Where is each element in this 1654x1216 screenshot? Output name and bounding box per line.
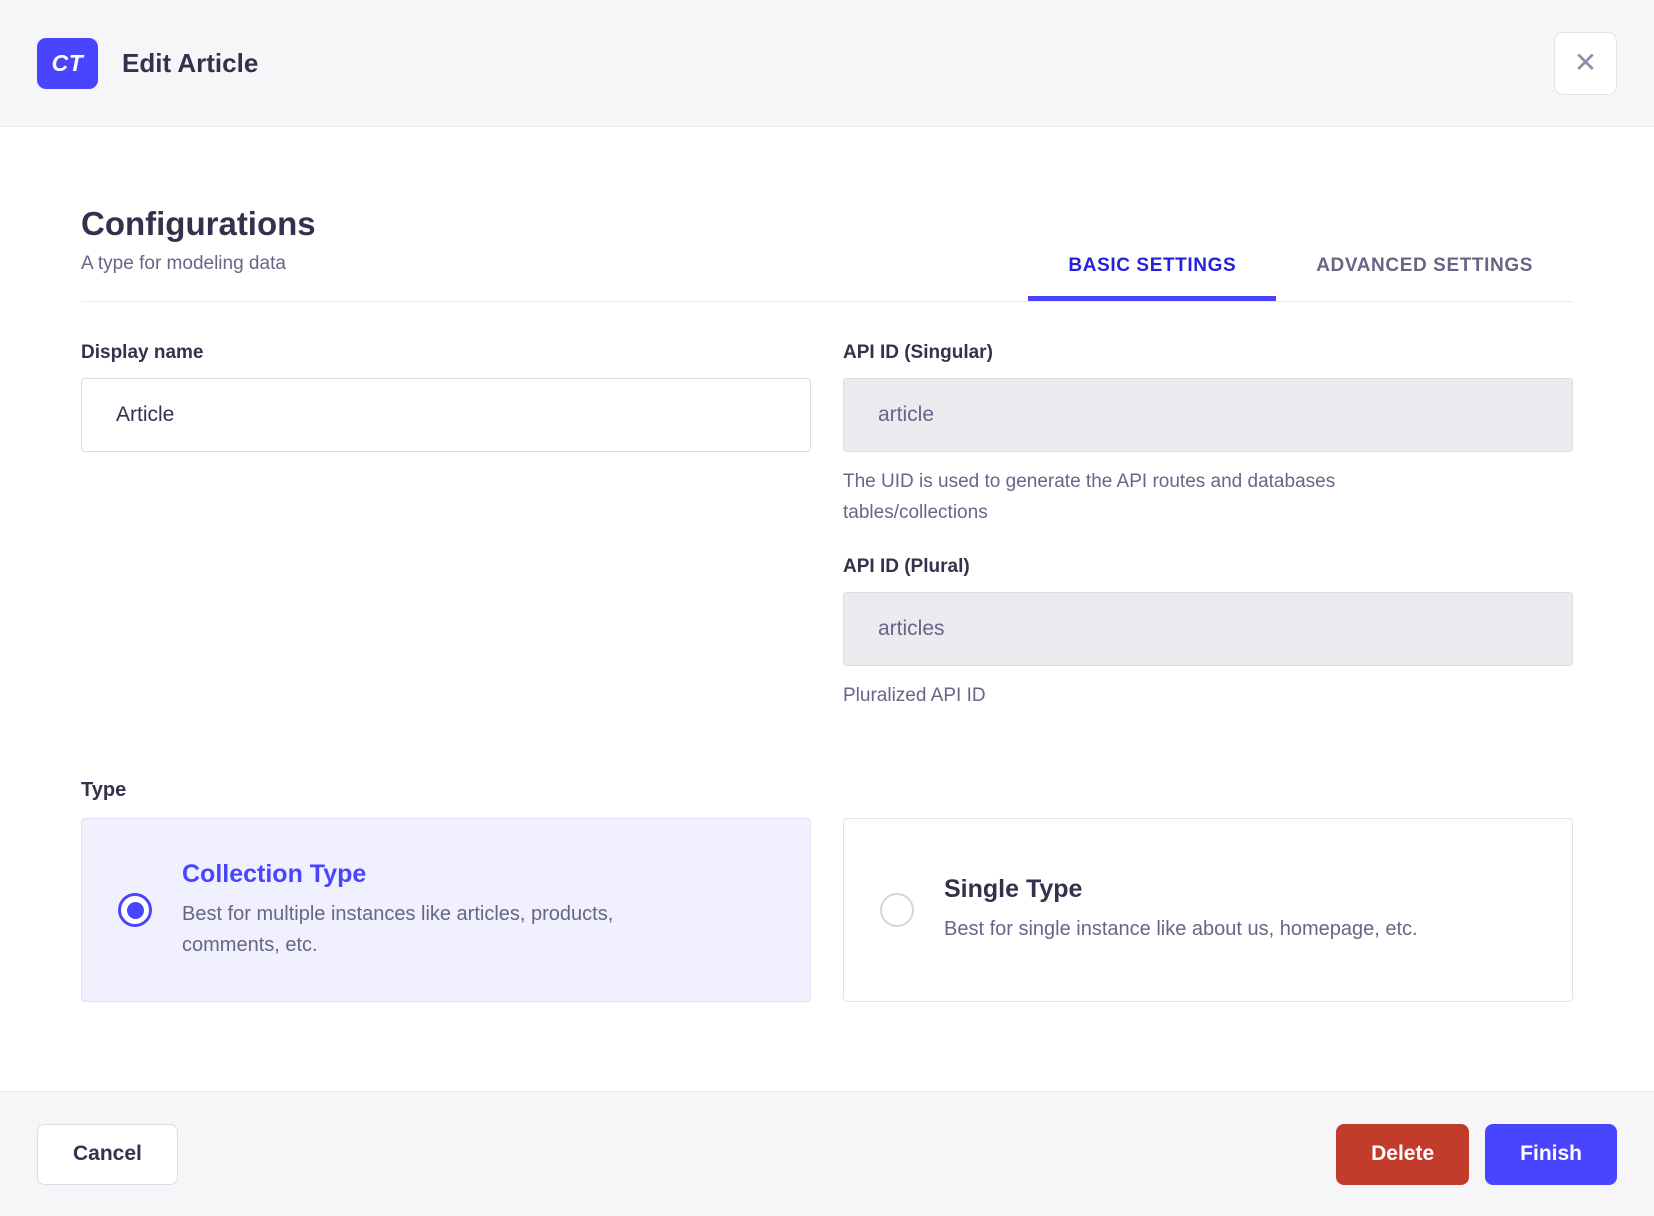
delete-button[interactable]: Delete	[1336, 1123, 1470, 1185]
single-type-radio[interactable]	[880, 893, 914, 927]
api-id-singular-hint: The UID is used to generate the API rout…	[843, 471, 1336, 523]
display-name-field: Display name	[81, 342, 811, 711]
settings-tabs: BASIC SETTINGS ADVANCED SETTINGS	[1028, 255, 1573, 301]
api-id-plural-field: API ID (Plural) Pluralized API ID	[843, 556, 1573, 711]
single-type-option[interactable]: Single Type Best for single instance lik…	[843, 818, 1573, 1002]
section-titles: Configurations A type for modeling data	[81, 205, 316, 301]
radio-dot	[126, 901, 144, 919]
collection-type-option[interactable]: Collection Type Best for multiple instan…	[81, 818, 811, 1002]
collection-type-text: Collection Type Best for multiple instan…	[182, 860, 712, 961]
api-id-singular-label: API ID (Singular)	[843, 342, 993, 363]
tab-basic-settings[interactable]: BASIC SETTINGS	[1028, 255, 1276, 301]
type-options: Collection Type Best for multiple instan…	[81, 818, 1573, 1002]
collection-type-title: Collection Type	[182, 859, 367, 888]
modal-footer: Cancel Delete Finish	[0, 1091, 1654, 1216]
tab-advanced-settings[interactable]: ADVANCED SETTINGS	[1276, 255, 1573, 301]
page-subtitle: A type for modeling data	[81, 253, 286, 274]
configuration-form: Display name API ID (Singular) The UID i…	[81, 342, 1573, 711]
display-name-label: Display name	[81, 342, 204, 363]
single-type-text: Single Type Best for single instance lik…	[944, 875, 1418, 945]
collection-type-description: Best for multiple instances like article…	[182, 902, 614, 956]
type-label: Type	[81, 779, 127, 801]
modal-header: CT Edit Article ✕	[0, 0, 1654, 127]
modal-body: Configurations A type for modeling data …	[0, 127, 1654, 1091]
api-id-singular-field: API ID (Singular) The UID is used to gen…	[843, 342, 1573, 528]
api-id-column: API ID (Singular) The UID is used to gen…	[843, 342, 1573, 711]
close-icon: ✕	[1573, 47, 1598, 78]
api-id-plural-input	[843, 592, 1573, 666]
section-header: Configurations A type for modeling data …	[81, 205, 1573, 302]
close-button[interactable]: ✕	[1554, 31, 1617, 95]
display-name-input[interactable]	[81, 378, 811, 452]
api-id-plural-label: API ID (Plural)	[843, 556, 970, 577]
finish-button[interactable]: Finish	[1485, 1123, 1617, 1185]
footer-actions: Delete Finish	[1336, 1123, 1617, 1185]
single-type-title: Single Type	[944, 875, 1083, 903]
single-type-description: Best for single instance like about us, …	[944, 918, 1418, 940]
page-title: Configurations	[81, 205, 316, 242]
edit-article-modal: CT Edit Article ✕ Configurations A type …	[0, 0, 1654, 1216]
api-id-plural-hint: Pluralized API ID	[843, 685, 986, 706]
cancel-button[interactable]: Cancel	[37, 1123, 178, 1185]
collection-type-radio[interactable]	[118, 893, 152, 927]
type-section: Type Collection Type Best for multiple i…	[81, 779, 1573, 1002]
api-id-singular-input	[843, 378, 1573, 452]
modal-title: Edit Article	[122, 47, 259, 78]
content-type-badge: CT	[37, 37, 98, 89]
